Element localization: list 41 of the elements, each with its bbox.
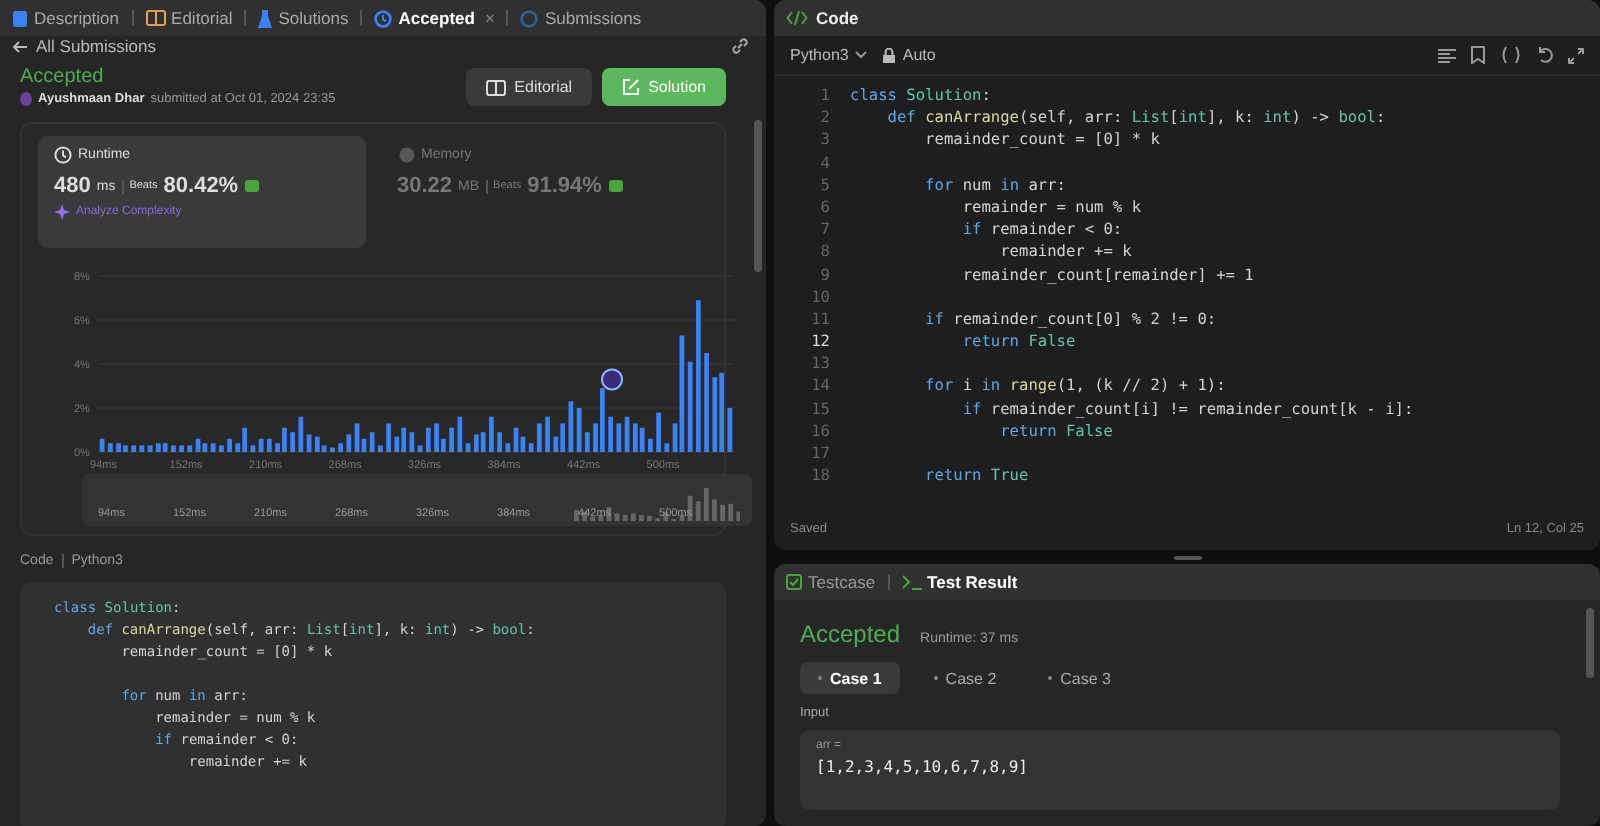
panel-tab[interactable]: Accepted × <box>370 8 499 28</box>
chevron-down-icon <box>854 50 869 60</box>
terminal-icon <box>901 574 922 590</box>
link-icon[interactable] <box>730 36 750 56</box>
param-value: [1,2,3,4,5,10,6,7,8,9] <box>816 758 1030 776</box>
close-button[interactable]: × <box>484 8 495 28</box>
format-icon[interactable] <box>1438 47 1456 63</box>
scrollbar[interactable] <box>1586 608 1594 678</box>
undo-icon[interactable] <box>1536 46 1554 64</box>
panel-tab[interactable]: Testcase <box>786 572 876 592</box>
language-dropdown[interactable]: Python3 <box>790 46 869 64</box>
action-button[interactable]: Editorial <box>466 68 593 106</box>
code-icon <box>786 10 808 26</box>
case-tab[interactable]: Case 2 <box>915 662 1015 694</box>
result-status: Accepted <box>800 620 901 648</box>
histogram-bar[interactable] <box>727 408 733 452</box>
panel-tab[interactable]: Test Result <box>901 572 1018 592</box>
flask-icon <box>258 9 273 27</box>
checkbox-icon <box>786 574 802 590</box>
mode-button[interactable]: Auto <box>882 46 936 64</box>
braces-icon[interactable] <box>1500 46 1522 64</box>
panel-tab[interactable]: Editorial <box>141 8 237 28</box>
resize-handle[interactable] <box>1173 555 1201 559</box>
book-icon <box>145 10 166 26</box>
lock-icon <box>882 47 897 63</box>
case-tab[interactable]: Case 1 <box>800 662 900 694</box>
back-link[interactable]: All Submissions <box>12 36 156 56</box>
panel-tab[interactable]: Solutions <box>254 8 353 28</box>
avatar <box>20 92 32 106</box>
document-icon <box>12 9 28 27</box>
case-tab[interactable]: Case 3 <box>1030 662 1130 694</box>
arrow-left-icon <box>12 39 28 53</box>
book-icon <box>486 79 507 95</box>
panel-tab[interactable]: Description <box>8 8 124 28</box>
panel-title: Code <box>816 8 859 28</box>
panel-tab[interactable]: Submissions <box>516 8 646 28</box>
expand-icon[interactable] <box>1568 47 1584 63</box>
bookmark-icon[interactable] <box>1470 46 1486 64</box>
edit-icon <box>622 78 641 96</box>
scrollbar[interactable] <box>754 120 762 272</box>
status-text: Accepted <box>20 66 106 88</box>
